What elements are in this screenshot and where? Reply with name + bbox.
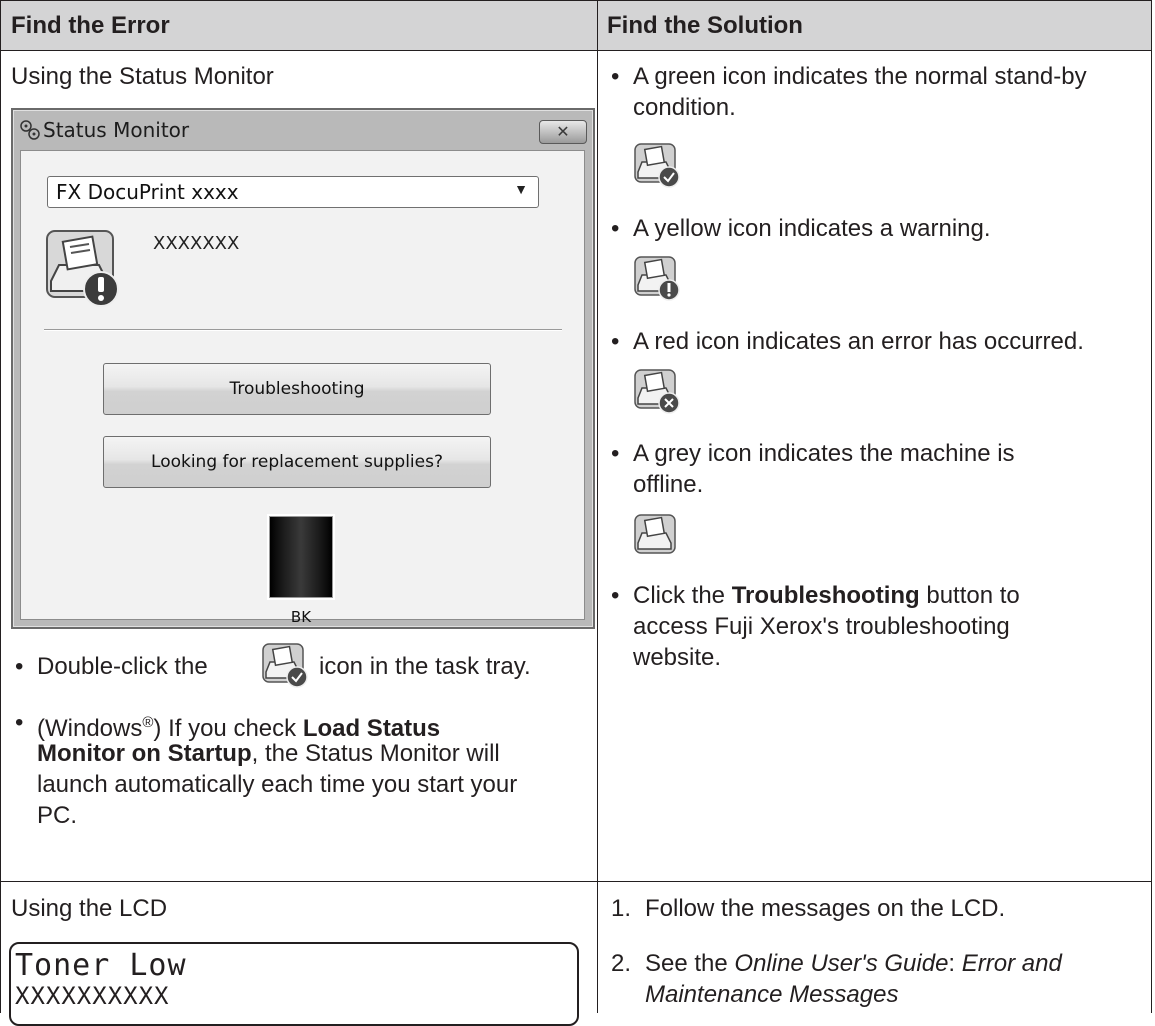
online-users-guide-italic: Online User's Guide: [734, 950, 949, 977]
window-body: FX DocuPrint xxxx ▼ XXXXXXX Troubleshoot…: [20, 150, 585, 626]
toner-bar-black: [267, 514, 335, 600]
click-troubleshooting-l2: access Fuji Xerox's troubleshooting: [633, 613, 1010, 640]
toner-gauge: BK: [265, 512, 337, 626]
troubleshooting-bold: Troubleshooting: [731, 582, 920, 609]
bullet-dot: •: [611, 440, 620, 467]
step-1-text: Follow the messages on the LCD.: [645, 895, 1006, 922]
printer-warning-large-icon: [46, 230, 119, 307]
step-1-number: 1.: [611, 895, 632, 922]
printer-warning-icon: [634, 256, 680, 301]
maintenance-messages-italic: Maintenance Messages: [645, 981, 899, 1008]
status-monitor-app-icon: [20, 120, 40, 140]
click-the-text: Click the: [633, 582, 732, 609]
bullet-dot: •: [15, 653, 24, 680]
green-icon-text-l2: condition.: [633, 94, 736, 121]
header-find-solution: Find the Solution: [607, 12, 803, 39]
window-title: Status Monitor: [43, 118, 190, 142]
bullet-dot: •: [611, 63, 620, 90]
error-and-italic: Error and: [961, 950, 1062, 977]
chevron-down-icon: ▼: [514, 181, 528, 197]
step-2-number: 2.: [611, 950, 632, 977]
button-to-text: button to: [919, 582, 1020, 609]
bullet-dot: •: [611, 215, 620, 242]
status-text: XXXXXXX: [153, 233, 240, 254]
row-divider: [1, 881, 1151, 882]
bullet-dot: •: [611, 582, 620, 609]
click-troubleshooting-l3: website.: [633, 644, 722, 671]
window-separator: [44, 329, 562, 331]
column-divider: [597, 1, 598, 1013]
close-button[interactable]: ✕: [539, 120, 587, 144]
monitor-on-startup-bold: Monitor on Startup: [37, 740, 252, 767]
colon-text: :: [948, 950, 962, 977]
status-monitor-will-text: , the Status Monitor will: [251, 740, 500, 767]
bullet-load-status-monitor-l2: Monitor on Startup, the Status Monitor w…: [37, 738, 500, 769]
bullet-double-click-pre: Double-click the: [37, 653, 208, 680]
click-troubleshooting-l1: Click the Troubleshooting button to: [633, 580, 1020, 611]
green-icon-text-l1: A green icon indicates the normal stand-…: [633, 63, 1087, 90]
lcd-display: Toner Low XXXXXXXXXX: [9, 942, 579, 1026]
see-the-text: See the: [645, 950, 735, 977]
yellow-icon-text: A yellow icon indicates a warning.: [633, 215, 991, 242]
registered-mark: ®: [142, 714, 154, 731]
troubleshooting-button[interactable]: Troubleshooting: [103, 363, 491, 415]
grey-icon-text-l2: offline.: [633, 471, 704, 498]
replacement-supplies-button[interactable]: Looking for replacement supplies?: [103, 436, 491, 488]
bullet-dot: •: [15, 709, 24, 736]
troubleshooting-table: Find the Error Find the Solution Using t…: [0, 0, 1152, 1013]
status-monitor-heading: Using the Status Monitor: [11, 63, 274, 90]
bullet-dot: •: [611, 328, 620, 355]
table-header: Find the Error Find the Solution: [1, 1, 1151, 51]
red-icon-text: A red icon indicates an error has occurr…: [633, 328, 1084, 355]
printer-select[interactable]: FX DocuPrint xxxx ▼: [47, 176, 539, 208]
bullet-load-status-monitor-l3: launch automatically each time you start…: [37, 771, 518, 798]
step-2-text-l2: Maintenance Messages: [645, 979, 898, 1010]
printer-offline-icon: [634, 514, 676, 554]
bullet-double-click-post: icon in the task tray.: [319, 653, 531, 680]
toner-label: BK: [290, 608, 312, 626]
lcd-line-1: Toner Low: [15, 948, 187, 983]
printer-error-icon: [634, 369, 680, 414]
header-find-error: Find the Error: [11, 12, 170, 39]
bullet-load-status-monitor-l4: PC.: [37, 802, 78, 829]
printer-select-value: FX DocuPrint xxxx: [56, 180, 239, 204]
lcd-line-2: XXXXXXXXXX: [15, 982, 170, 1010]
grey-icon-text-l1: A grey icon indicates the machine is: [633, 440, 1015, 467]
step-2-text-l1: See the Online User's Guide: Error and: [645, 948, 1062, 979]
printer-ok-icon: [262, 643, 308, 688]
lcd-heading: Using the LCD: [11, 895, 168, 922]
printer-ok-icon: [634, 143, 680, 188]
status-monitor-window: Status Monitor ✕ FX DocuPrint xxxx ▼ XXX…: [11, 108, 595, 629]
